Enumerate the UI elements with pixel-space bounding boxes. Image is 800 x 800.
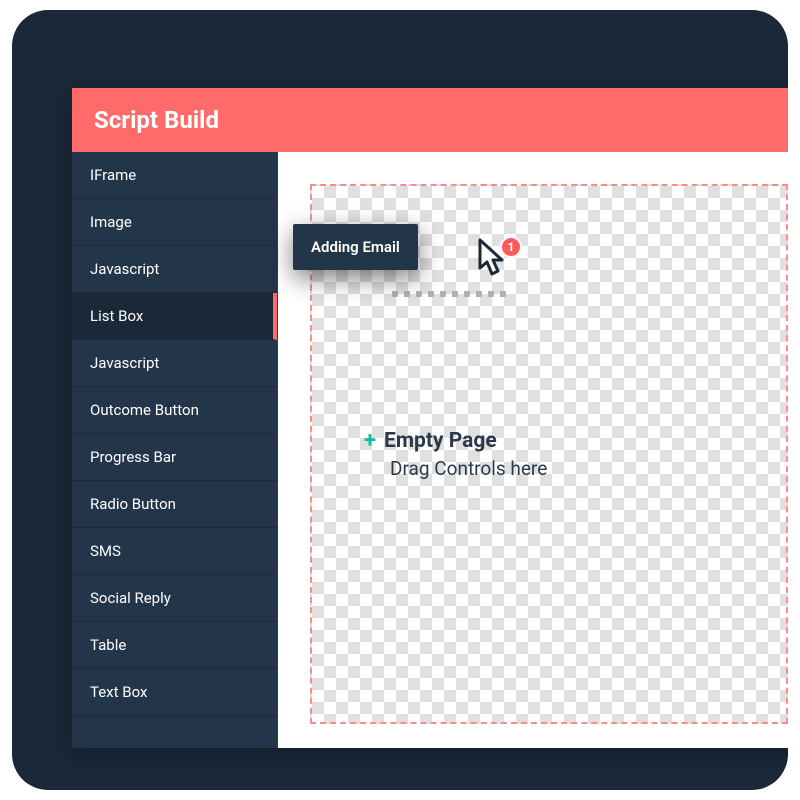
sidebar-item-label: Text Box — [90, 683, 147, 701]
script-build-window: Script Build IFrame Image Javascript Lis… — [72, 88, 788, 748]
sidebar-item-label: Table — [90, 636, 126, 654]
drag-tooltip-label: Adding Email — [311, 238, 400, 256]
sidebar-item-progress-bar[interactable]: Progress Bar — [72, 434, 277, 481]
sidebar-item-radio-button[interactable]: Radio Button — [72, 481, 277, 528]
sidebar-item-javascript[interactable]: Javascript — [72, 246, 277, 293]
sidebar-item-label: Social Reply — [90, 589, 171, 607]
empty-page-title: Empty Page — [384, 429, 497, 453]
sidebar-item-label: Javascript — [90, 354, 159, 372]
sidebar-item-label: List Box — [90, 307, 143, 325]
empty-page-subtitle: Drag Controls here — [390, 457, 547, 480]
sidebar-item-label: Outcome Button — [90, 401, 199, 419]
sidebar-item-listbox[interactable]: List Box — [72, 293, 277, 340]
sidebar-item-label: IFrame — [90, 166, 136, 184]
sidebar-item-iframe[interactable]: IFrame — [72, 152, 277, 199]
sidebar-item-sms[interactable]: SMS — [72, 528, 277, 575]
window-header: Script Build — [72, 88, 788, 152]
sidebar-item-image[interactable]: Image — [72, 199, 277, 246]
drag-tooltip: Adding Email — [293, 224, 418, 270]
sidebar-item-label: Javascript — [90, 260, 159, 278]
drag-trail — [392, 283, 522, 289]
sidebar-item-label: Radio Button — [90, 495, 176, 513]
sidebar-item-table[interactable]: Table — [72, 622, 277, 669]
window-content: IFrame Image Javascript List Box Javascr… — [72, 152, 788, 748]
sidebar-item-textbox[interactable]: Text Box — [72, 669, 277, 716]
sidebar-item-label: Image — [90, 213, 132, 231]
empty-page-row: + Empty Page — [364, 428, 497, 453]
cursor-badge-count: 1 — [508, 240, 515, 254]
sidebar-item-label: SMS — [90, 542, 121, 560]
controls-sidebar: IFrame Image Javascript List Box Javascr… — [72, 152, 278, 748]
sidebar-item-social-reply[interactable]: Social Reply — [72, 575, 277, 622]
cursor: 1 — [476, 238, 510, 278]
sidebar-item-outcome-button[interactable]: Outcome Button — [72, 387, 277, 434]
cursor-badge: 1 — [500, 236, 522, 258]
outer-card: Script Build IFrame Image Javascript Lis… — [12, 10, 788, 790]
sidebar-item-javascript-2[interactable]: Javascript — [72, 340, 277, 387]
sidebar-item-label: Progress Bar — [90, 448, 176, 466]
plus-icon: + — [364, 428, 376, 453]
page-title: Script Build — [94, 106, 219, 134]
